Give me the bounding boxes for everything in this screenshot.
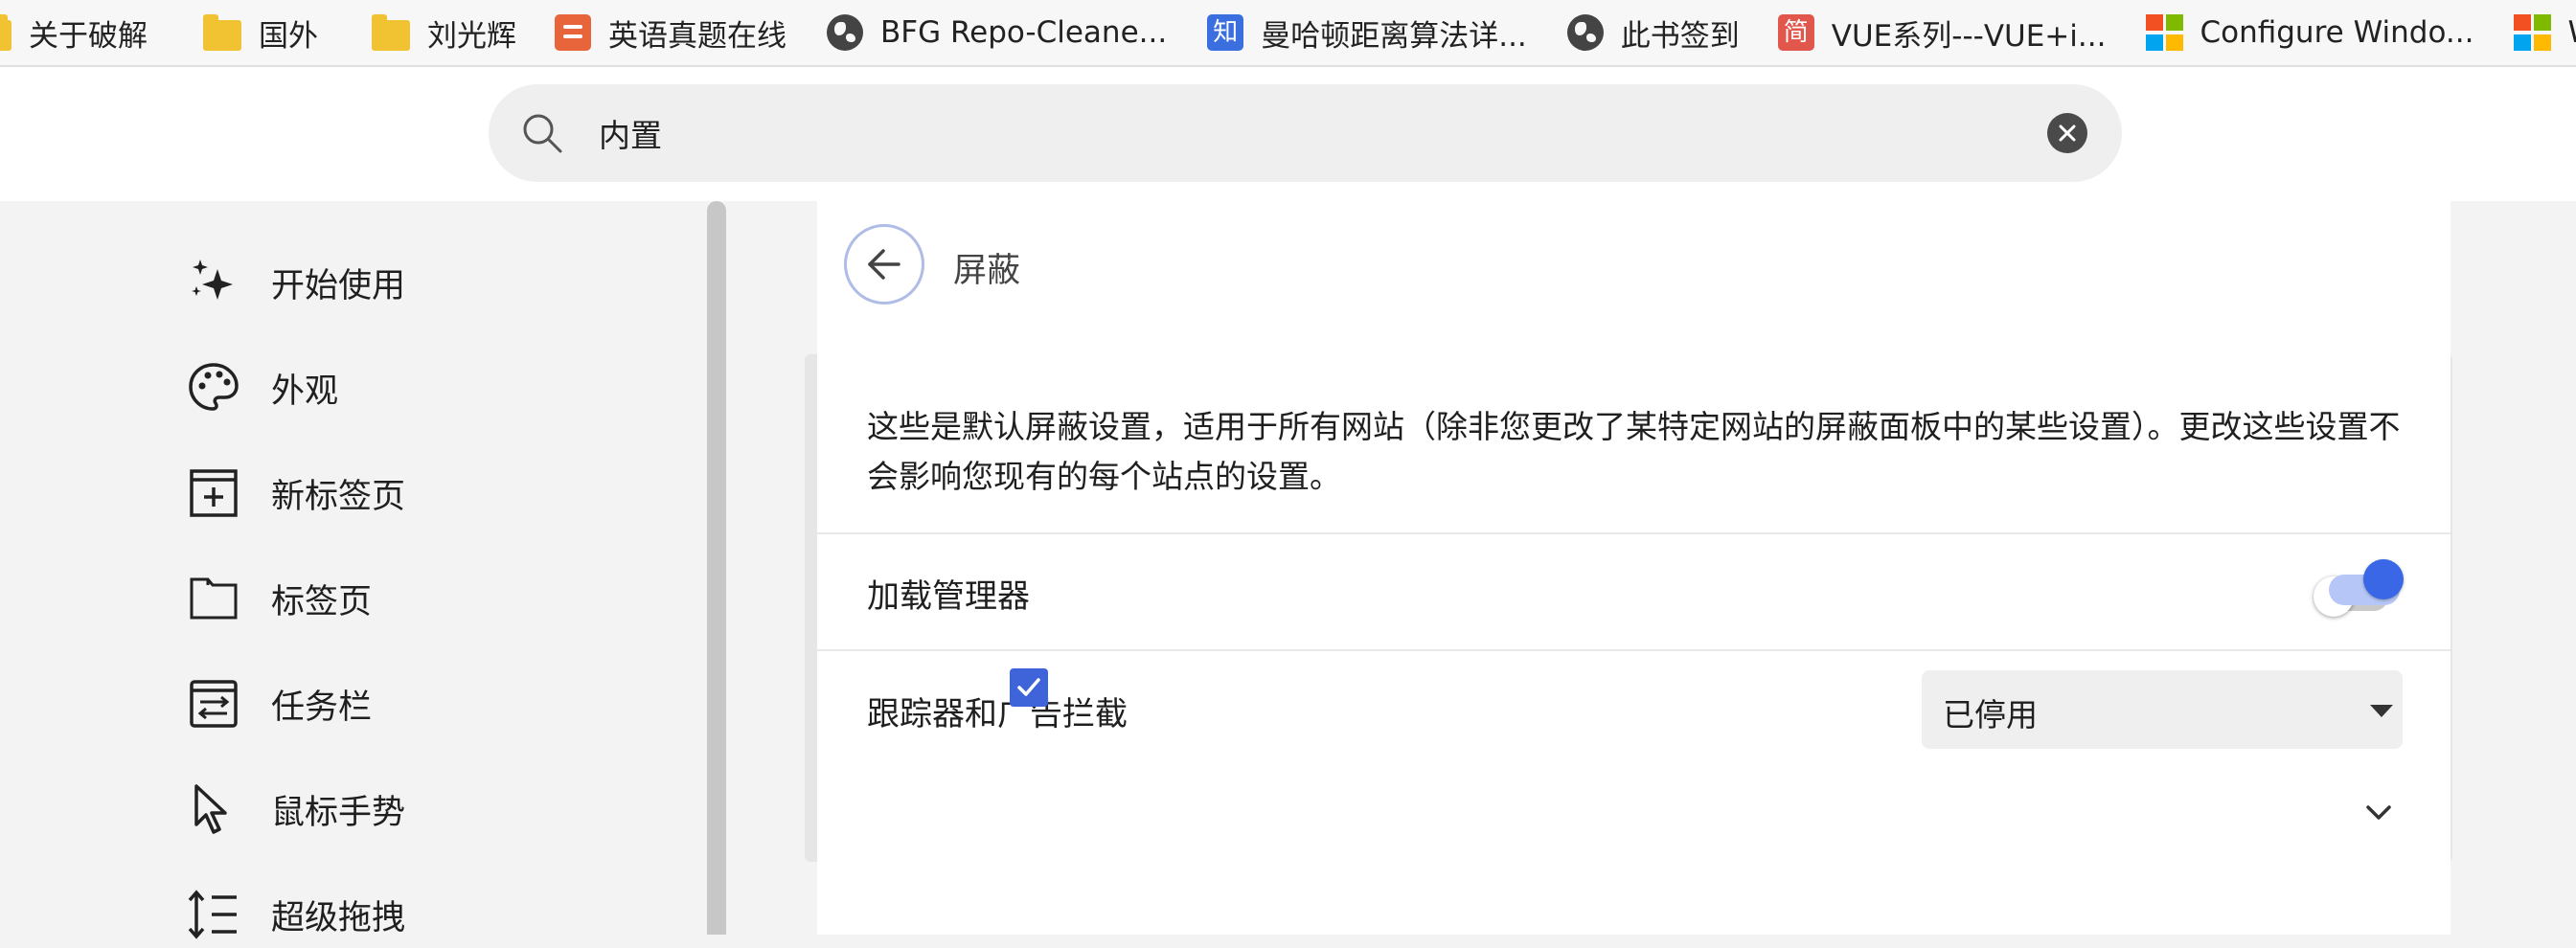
loader-manager-toggle[interactable] [2314,559,2407,621]
settings-sidebar: 开始使用 外观 新标签页 标签页 任务栏 鼠标手势 超级拖拽 [0,201,711,939]
sidebar-item-new-tab[interactable]: 新标签页 [187,460,405,527]
bookmark-6[interactable]: 此书签到 [1566,11,1740,55]
sidebar-item-super-drag[interactable]: 超级拖拽 [187,881,405,948]
jianshu-icon: 简 [1777,14,1814,51]
search-icon [523,114,562,153]
caret-down-icon [2370,705,2393,717]
bookmark-4[interactable]: BFG Repo-Cleane... [827,14,1167,51]
bookmark-7[interactable]: 简 VUE系列---VUE+i... [1777,11,2107,55]
section-title: 屏蔽 [953,252,1021,290]
tracker-ad-block-select[interactable]: 已停用 [1922,670,2403,749]
bookmark-3[interactable]: 英语真题在线 [555,11,786,55]
divider [817,649,2451,651]
bookmark-label: 英语真题在线 [608,18,786,54]
bookmark-label: Configure Windo... [2200,15,2474,50]
bookmark-label: 刘光辉 [427,18,516,54]
pointer-icon [194,784,227,834]
check-icon [1017,678,1040,696]
loader-manager-label: 加载管理器 [867,577,1030,616]
checked-checkbox[interactable] [1010,668,1048,707]
close-icon [2059,124,2076,142]
bookmark-label: 曼哈顿距离算法详... [1261,18,1527,54]
arrow-left-icon [868,249,900,280]
description-line: 会影响您现有的每个站点的设置。 [867,458,1341,495]
bookmark-9[interactable]: Win11 [2514,14,2576,51]
sparkles-icon [192,260,233,300]
bookmark-label: 国外 [259,18,318,54]
bookmark-label: 此书签到 [1620,18,1740,54]
sidebar-item-tabs[interactable]: 标签页 [187,565,372,632]
zhihu-icon: 知 [1207,14,1244,51]
select-value: 已停用 [1943,696,2038,734]
chevron-down-icon[interactable] [2359,793,2398,831]
bookmark-label: 关于破解 [29,18,148,54]
sidebar-item-taskbar[interactable]: 任务栏 [187,670,372,737]
description-line: 这些是默认屏蔽设置，适用于所有网站（除非您更改了某特定网站的屏蔽面板中的某些设置… [867,408,2401,445]
folder-icon [372,14,410,51]
sidebar-item-getting-started[interactable]: 开始使用 [187,249,405,316]
sidebar-scrollbar[interactable] [707,201,726,935]
bookmark-label: VUE系列---VUE+i... [1831,18,2107,54]
bookmark-1[interactable]: 国外 [203,11,318,55]
sidebar-item-appearance[interactable]: 外观 [187,354,338,421]
back-button[interactable] [844,224,924,305]
bookmark-label: Win11 [2567,15,2576,50]
globe-icon [1566,14,1604,51]
search-input[interactable] [599,104,1940,162]
line-spacing-icon [188,890,237,939]
sidebar-item-label: 任务栏 [271,688,373,727]
document-icon [555,14,591,51]
tabs-folder-icon [190,577,238,620]
shields-settings-card: 屏蔽 这些是默认屏蔽设置，适用于所有网站（除非您更改了某特定网站的屏蔽面板中的某… [817,201,2451,935]
bookmark-5[interactable]: 知 曼哈顿距离算法详... [1207,11,1527,55]
microsoft-icon [2146,14,2184,51]
palette-icon [189,363,239,411]
sidebar-item-label: 超级拖拽 [271,898,406,937]
divider [817,532,2451,534]
bookmark-0[interactable]: 关于破解 [0,11,148,55]
taskbar-icon [190,680,238,728]
bookmark-2[interactable]: 刘光辉 [372,11,516,55]
tracker-ad-block-label: 跟踪器和广告拦截 [867,695,1128,734]
sidebar-item-label: 开始使用 [271,266,406,305]
microsoft-icon [2514,14,2552,51]
bookmark-label: BFG Repo-Cleane... [880,15,1168,50]
toggle-knob [2363,559,2404,599]
section-description: 这些是默认屏蔽设置，适用于所有网站（除非您更改了某特定网站的屏蔽面板中的某些设置… [867,402,2409,502]
new-tab-icon [190,469,238,517]
bookmarks-bar: 关于破解 国外 刘光辉 英语真题在线 BFG Repo-Cleane... 知 … [0,0,2576,67]
sidebar-item-label: 新标签页 [271,477,406,516]
sidebar-item-label: 外观 [271,372,339,411]
bookmark-8[interactable]: Configure Windo... [2146,14,2473,51]
sidebar-item-label: 鼠标手势 [271,793,406,832]
settings-search-box[interactable] [489,84,2122,182]
folder-icon [0,14,11,51]
sidebar-item-mouse-gestures[interactable]: 鼠标手势 [187,776,405,843]
folder-icon [203,14,241,51]
clear-search-button[interactable] [2047,113,2087,153]
sidebar-item-label: 标签页 [271,582,373,621]
globe-icon [827,14,863,51]
